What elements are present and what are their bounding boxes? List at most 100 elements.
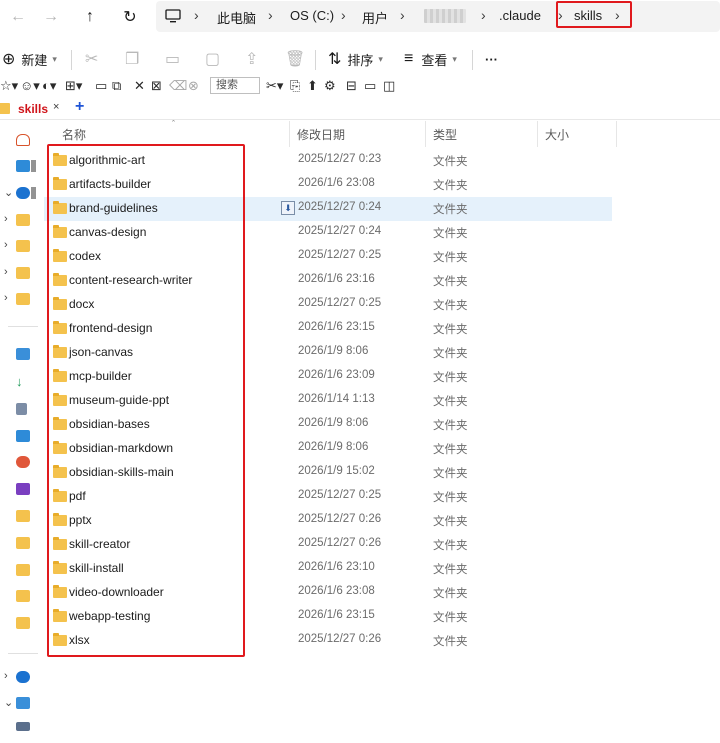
- file-modified-date: 2025/12/27 0:26: [298, 513, 382, 525]
- new-button[interactable]: ⊕ 新建 ▾: [2, 49, 57, 69]
- nav-item-documents[interactable]: [0, 400, 38, 420]
- windows-stack-icon[interactable]: ⧉: [112, 77, 121, 95]
- color-icon[interactable]: ◐▾: [42, 77, 56, 95]
- nav-item-folder[interactable]: ›: [0, 211, 38, 231]
- navigation-pane: ⌄ › › › › ↓ › ⌄: [0, 121, 38, 743]
- file-type: 文件夹: [433, 396, 468, 408]
- plus-circle-icon: ⊕: [2, 51, 16, 68]
- nav-item-folder[interactable]: ›: [0, 237, 38, 257]
- file-modified-date: 2025/12/27 0:25: [298, 489, 382, 501]
- nav-item-folder[interactable]: [0, 534, 38, 554]
- close-x-icon[interactable]: ✕: [134, 77, 145, 95]
- paperclip-icon[interactable]: ⎘: [290, 77, 300, 95]
- column-divider[interactable]: [289, 121, 290, 147]
- file-modified-date: 2025/12/27 0:25: [298, 297, 382, 309]
- file-type: 文件夹: [433, 372, 468, 384]
- column-divider[interactable]: [425, 121, 426, 147]
- face-icon[interactable]: ☺▾: [20, 77, 40, 95]
- close-box-icon[interactable]: ⊠: [151, 77, 162, 95]
- nav-item-downloads[interactable]: ↓: [0, 373, 38, 393]
- cloud-icon: [16, 671, 30, 683]
- file-type: 文件夹: [433, 468, 468, 480]
- column-divider[interactable]: [537, 121, 538, 147]
- scissors-icon[interactable]: ✂▾: [266, 77, 283, 95]
- chevron-right-icon: ›: [4, 670, 8, 682]
- star-icon[interactable]: ☆▾: [0, 77, 18, 95]
- file-list: ˆ 名称 修改日期 类型 大小 algorithmic-art 2025/12/2…: [38, 119, 720, 743]
- column-header-type[interactable]: 类型: [433, 126, 457, 144]
- cut-button[interactable]: ✂: [85, 49, 98, 69]
- preview-pane-icon[interactable]: ◫: [383, 77, 395, 95]
- download-icon: ↓: [16, 374, 23, 389]
- gear-icon[interactable]: ⚙: [324, 77, 336, 95]
- paste-button[interactable]: ▭: [165, 49, 180, 69]
- column-header-name[interactable]: 名称: [62, 126, 86, 144]
- refresh-icon[interactable]: ↻: [117, 6, 143, 28]
- panel-icon[interactable]: ⊟: [346, 77, 357, 95]
- mini-toolbar: ☆▾ ☺▾ ◐▾ ⊞▾ ▭ ⧉ ✕ ⊠ ⌫ ⊗ 搜索 ✂▾ ⎘ ⬆ ⚙ ⊟ ▭ …: [0, 76, 720, 96]
- nav-item-folder[interactable]: [0, 587, 38, 607]
- forward-arrow-icon[interactable]: →: [38, 6, 64, 28]
- toolbar-divider: [315, 50, 316, 70]
- breadcrumb-this-pc[interactable]: 此电脑: [217, 8, 256, 27]
- toolbar-divider: [472, 50, 473, 70]
- trash-icon: 🗑: [285, 51, 306, 68]
- folder-icon: [16, 267, 30, 279]
- folder-icon: [16, 564, 30, 576]
- nav-item-videos[interactable]: [0, 480, 38, 500]
- breadcrumb-separator: ›: [400, 7, 405, 23]
- nav-item-folder[interactable]: [0, 614, 38, 634]
- tab-skills[interactable]: skills ×: [0, 99, 70, 118]
- share-button[interactable]: ⇪: [245, 49, 258, 69]
- file-type: 文件夹: [433, 156, 468, 168]
- rename-button[interactable]: ▢: [205, 49, 220, 69]
- up-arrow-icon[interactable]: ↑: [77, 6, 103, 28]
- file-modified-date: 2026/1/9 8:06: [298, 345, 369, 357]
- nav-item-drive[interactable]: [0, 719, 38, 739]
- column-header-modified[interactable]: 修改日期: [297, 126, 345, 144]
- nav-item-home[interactable]: [0, 131, 38, 151]
- breadcrumb-users[interactable]: 用户: [362, 8, 388, 27]
- toolbar-divider: [71, 50, 72, 70]
- file-type: 文件夹: [433, 540, 468, 552]
- file-type: 文件夹: [433, 636, 468, 648]
- new-button-label: 新建: [21, 52, 48, 68]
- view-button[interactable]: ≡ 查看 ▾: [404, 49, 457, 69]
- breadcrumb-claude[interactable]: .claude: [499, 8, 541, 23]
- nav-item-pictures[interactable]: [0, 427, 38, 447]
- column-header-size[interactable]: 大小: [545, 126, 569, 144]
- nav-item-gallery[interactable]: [0, 157, 38, 177]
- clear-icon[interactable]: ⊗: [188, 77, 199, 95]
- sort-button[interactable]: ⇅ 排序 ▾: [328, 49, 383, 69]
- folder-list-highlight-box: [47, 144, 245, 657]
- nav-item-folder[interactable]: [0, 561, 38, 581]
- copy-icon: ❐: [125, 51, 140, 68]
- backspace-icon[interactable]: ⌫: [169, 77, 187, 95]
- nav-item-onedrive-2[interactable]: ›: [0, 668, 38, 688]
- file-modified-date: 2026/1/6 23:10: [298, 561, 375, 573]
- nav-item-folder[interactable]: [0, 507, 38, 527]
- desktop-icon: [16, 348, 30, 360]
- nav-item-music[interactable]: [0, 453, 38, 473]
- copy-button[interactable]: ❐: [125, 49, 139, 69]
- new-tab-button[interactable]: +: [75, 98, 84, 116]
- nav-item-this-pc[interactable]: ⌄: [0, 694, 38, 714]
- up-icon[interactable]: ⬆: [307, 77, 318, 95]
- windows-icon[interactable]: ⊞▾: [65, 77, 82, 95]
- column-divider[interactable]: [616, 121, 617, 147]
- nav-item-onedrive[interactable]: ⌄: [0, 184, 38, 204]
- sort-ascending-icon: ˆ: [172, 119, 175, 129]
- file-type: 文件夹: [433, 444, 468, 456]
- nav-item-folder[interactable]: ›: [0, 264, 38, 284]
- back-arrow-icon[interactable]: ←: [5, 6, 31, 28]
- monitor-icon[interactable]: ▭: [364, 77, 376, 95]
- breadcrumb-os-c[interactable]: OS (C:): [290, 8, 334, 23]
- more-options-button[interactable]: ···: [485, 49, 498, 69]
- window-icon[interactable]: ▭: [95, 77, 107, 95]
- sync-status-icon: ⬇: [281, 201, 295, 215]
- nav-item-desktop[interactable]: [0, 345, 38, 365]
- delete-button[interactable]: 🗑: [285, 49, 305, 69]
- close-icon[interactable]: ×: [53, 101, 59, 113]
- nav-item-folder[interactable]: ›: [0, 290, 38, 310]
- mini-search-input[interactable]: 搜索: [210, 77, 260, 94]
